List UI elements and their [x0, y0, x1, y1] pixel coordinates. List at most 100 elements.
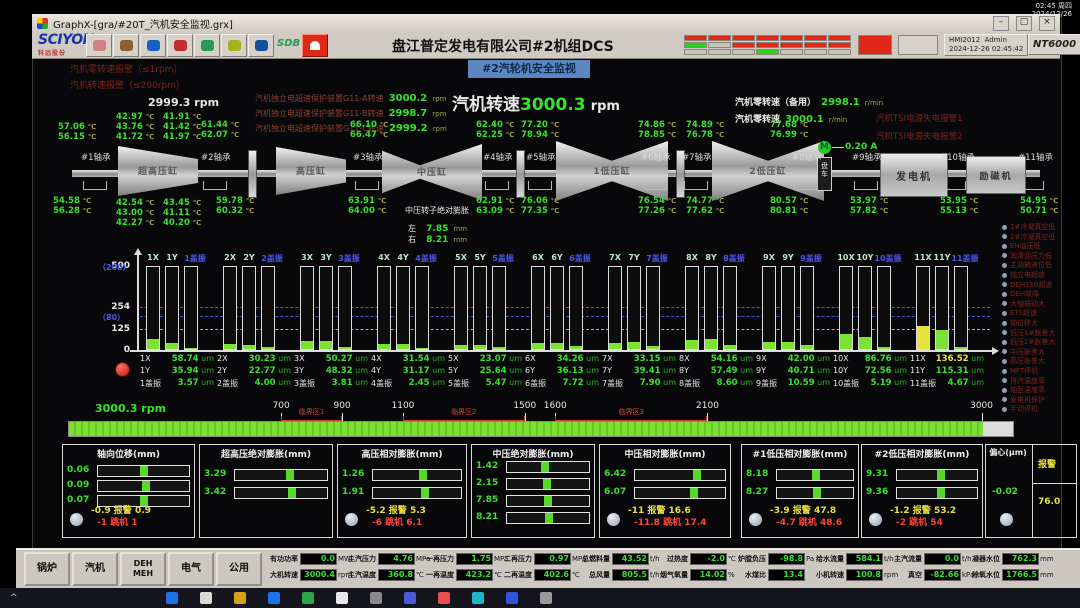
- vib-value-1X: 1X58.74 um: [140, 354, 214, 364]
- folder-icon[interactable]: [221, 34, 247, 57]
- users-icon[interactable]: [86, 34, 112, 57]
- panel-gauge: [896, 469, 978, 481]
- panel-trip-line: -11.8 跳机 17.4: [634, 515, 706, 528]
- excel-icon[interactable]: [302, 592, 314, 604]
- panel-4: 中压绝对膨胀(mm)1.422.157.858.21: [471, 444, 595, 538]
- dcs-screen: GraphX-[gra/#20T_汽机安全监视.grx] – ▢ × SCIYO…: [0, 0, 1080, 608]
- vib-value-10Y: 10Y72.56 um: [833, 366, 907, 376]
- paint-icon[interactable]: [438, 592, 450, 604]
- panel-value: 2.15: [476, 478, 498, 488]
- gauge-marker: [286, 470, 294, 480]
- gauge-marker: [937, 488, 945, 498]
- stat-有功功率: 有功功率0.0MW: [266, 552, 344, 565]
- hmi-icon[interactable]: [472, 592, 484, 604]
- vib-value-5盖振: 5盖振5.47 um: [448, 378, 522, 389]
- mode-box[interactable]: [898, 35, 938, 55]
- database-icon[interactable]: [140, 34, 166, 57]
- panel-value: 6.42: [604, 469, 626, 479]
- vib-value-9Y: 9Y40.71 um: [756, 366, 830, 376]
- editor-icon[interactable]: [248, 34, 274, 57]
- stat-小机转速: 小机转速100.8rpm: [812, 568, 890, 581]
- alarm-matrix-cell: [684, 49, 707, 55]
- notepad-icon[interactable]: [336, 592, 348, 604]
- speed-tick-label: 900: [333, 401, 350, 411]
- uhp-temp-top-right: 41.91 ℃41.42 ℃41.97 ℃: [163, 112, 201, 142]
- vib-bar-10盖振: [877, 266, 891, 350]
- vibration-status-dot: [115, 362, 130, 377]
- vib-bar-fill: [686, 340, 698, 349]
- taskbar-clock[interactable]: 02:45 周四2024/12/26: [1032, 2, 1072, 18]
- bearing-temp-bottom: 74.77 ℃77.62 ℃: [686, 196, 724, 216]
- panel-value: 1.26: [342, 469, 364, 479]
- restore-button[interactable]: ▢: [1016, 16, 1032, 31]
- tray-expand-icon[interactable]: ^: [10, 593, 18, 603]
- nav-electrical[interactable]: 电气: [168, 552, 214, 586]
- cylinder-label: 超高压缸: [118, 164, 198, 177]
- nav-deh-meh[interactable]: DEHMEH: [120, 552, 166, 586]
- settings-icon[interactable]: [370, 592, 382, 604]
- ip-expansion-title: 中压转子绝对膨胀: [405, 205, 469, 216]
- transfer-icon[interactable]: [167, 34, 193, 57]
- main-speed: 汽机转速3000.3 rpm: [452, 90, 620, 115]
- bearing-label: #5轴承: [526, 151, 556, 163]
- vib-value-2X: 2X30.23 um: [217, 354, 291, 364]
- vib-value-8X: 8X54.16 um: [679, 354, 753, 364]
- vib-value-6Y: 6Y36.13 um: [525, 366, 599, 376]
- alarm-matrix-cell: [732, 35, 755, 41]
- alarm-dot-icon: [1002, 407, 1007, 412]
- right-alarm-item: 发电机保护: [1002, 395, 1045, 405]
- minimize-button[interactable]: –: [993, 16, 1009, 31]
- alarm-dot-icon: [1002, 388, 1007, 393]
- printer-icon[interactable]: [113, 34, 139, 57]
- nav-turbine[interactable]: 汽机: [72, 552, 118, 586]
- vib-bar-label: 7盖振: [642, 253, 672, 264]
- nav-common[interactable]: 公用: [216, 552, 262, 586]
- bearing-label: #9轴承: [852, 151, 882, 163]
- standby-speed: 2999.3 rpm: [148, 96, 219, 109]
- bearing-temp-bottom: 59.78 ℃60.32 ℃: [216, 196, 254, 216]
- vib-bar-fill: [782, 342, 794, 349]
- panel-trip-line: -2 跳机 54: [896, 515, 943, 528]
- nav-boiler[interactable]: 锅炉: [24, 552, 70, 586]
- monitor-icon[interactable]: [194, 34, 220, 57]
- bearing-bracket: [83, 181, 107, 190]
- vib-bar-fill: [801, 345, 813, 349]
- cylinder-label: 中压缸: [382, 165, 482, 178]
- bearing-label: #2轴承: [201, 151, 231, 163]
- bearing-bracket: [355, 181, 379, 190]
- alarm-dot-icon: [1002, 253, 1007, 258]
- teams-icon[interactable]: [404, 592, 416, 604]
- panel-title: 中压绝对膨胀(mm): [472, 447, 594, 460]
- vnc-icon[interactable]: [506, 592, 518, 604]
- edge-icon[interactable]: [268, 592, 280, 604]
- alarm-matrix-cell: [708, 35, 731, 41]
- vib-bar-fill: [416, 348, 428, 349]
- stat-二再温度: 二再温度402.6℃: [500, 568, 578, 581]
- stat-二再压力: 二再压力0.97MPa: [500, 552, 578, 565]
- alarm-matrix-cell: [708, 49, 731, 55]
- alarm-bell-icon[interactable]: [302, 34, 328, 57]
- vib-value-5X: 5X23.07 um: [448, 354, 522, 364]
- alarm-matrix-cell: [828, 35, 851, 41]
- vib-bar-fill: [397, 344, 409, 349]
- vib-value-7Y: 7Y39.41 um: [602, 366, 676, 376]
- search-icon[interactable]: [200, 592, 212, 604]
- status-dot: [70, 513, 83, 526]
- gauge-marker: [421, 488, 429, 498]
- alarm-matrix-cell: [708, 42, 731, 48]
- app-icon[interactable]: [540, 592, 552, 604]
- session-info: HMI2012 Admin 2024-12-26 02:45:42: [944, 34, 1028, 56]
- sdb-label[interactable]: SDB: [277, 38, 300, 49]
- gauge-marker: [693, 470, 701, 480]
- panel-value: 0.09: [67, 480, 89, 490]
- vib-bar-10Y: [858, 266, 872, 350]
- bearing-temp-bottom: 53.95 ℃55.13 ℃: [940, 196, 978, 216]
- status-dot: [749, 513, 762, 526]
- panel-gauge: [776, 469, 854, 481]
- folder-icon[interactable]: [234, 592, 246, 604]
- start-icon[interactable]: [166, 592, 178, 604]
- right-alarm-item: 2#冷凝真空低: [1002, 232, 1055, 242]
- turbine-alarm-button[interactable]: [858, 35, 892, 55]
- panel-gauge: [234, 469, 328, 481]
- motor-link-line: [832, 147, 844, 148]
